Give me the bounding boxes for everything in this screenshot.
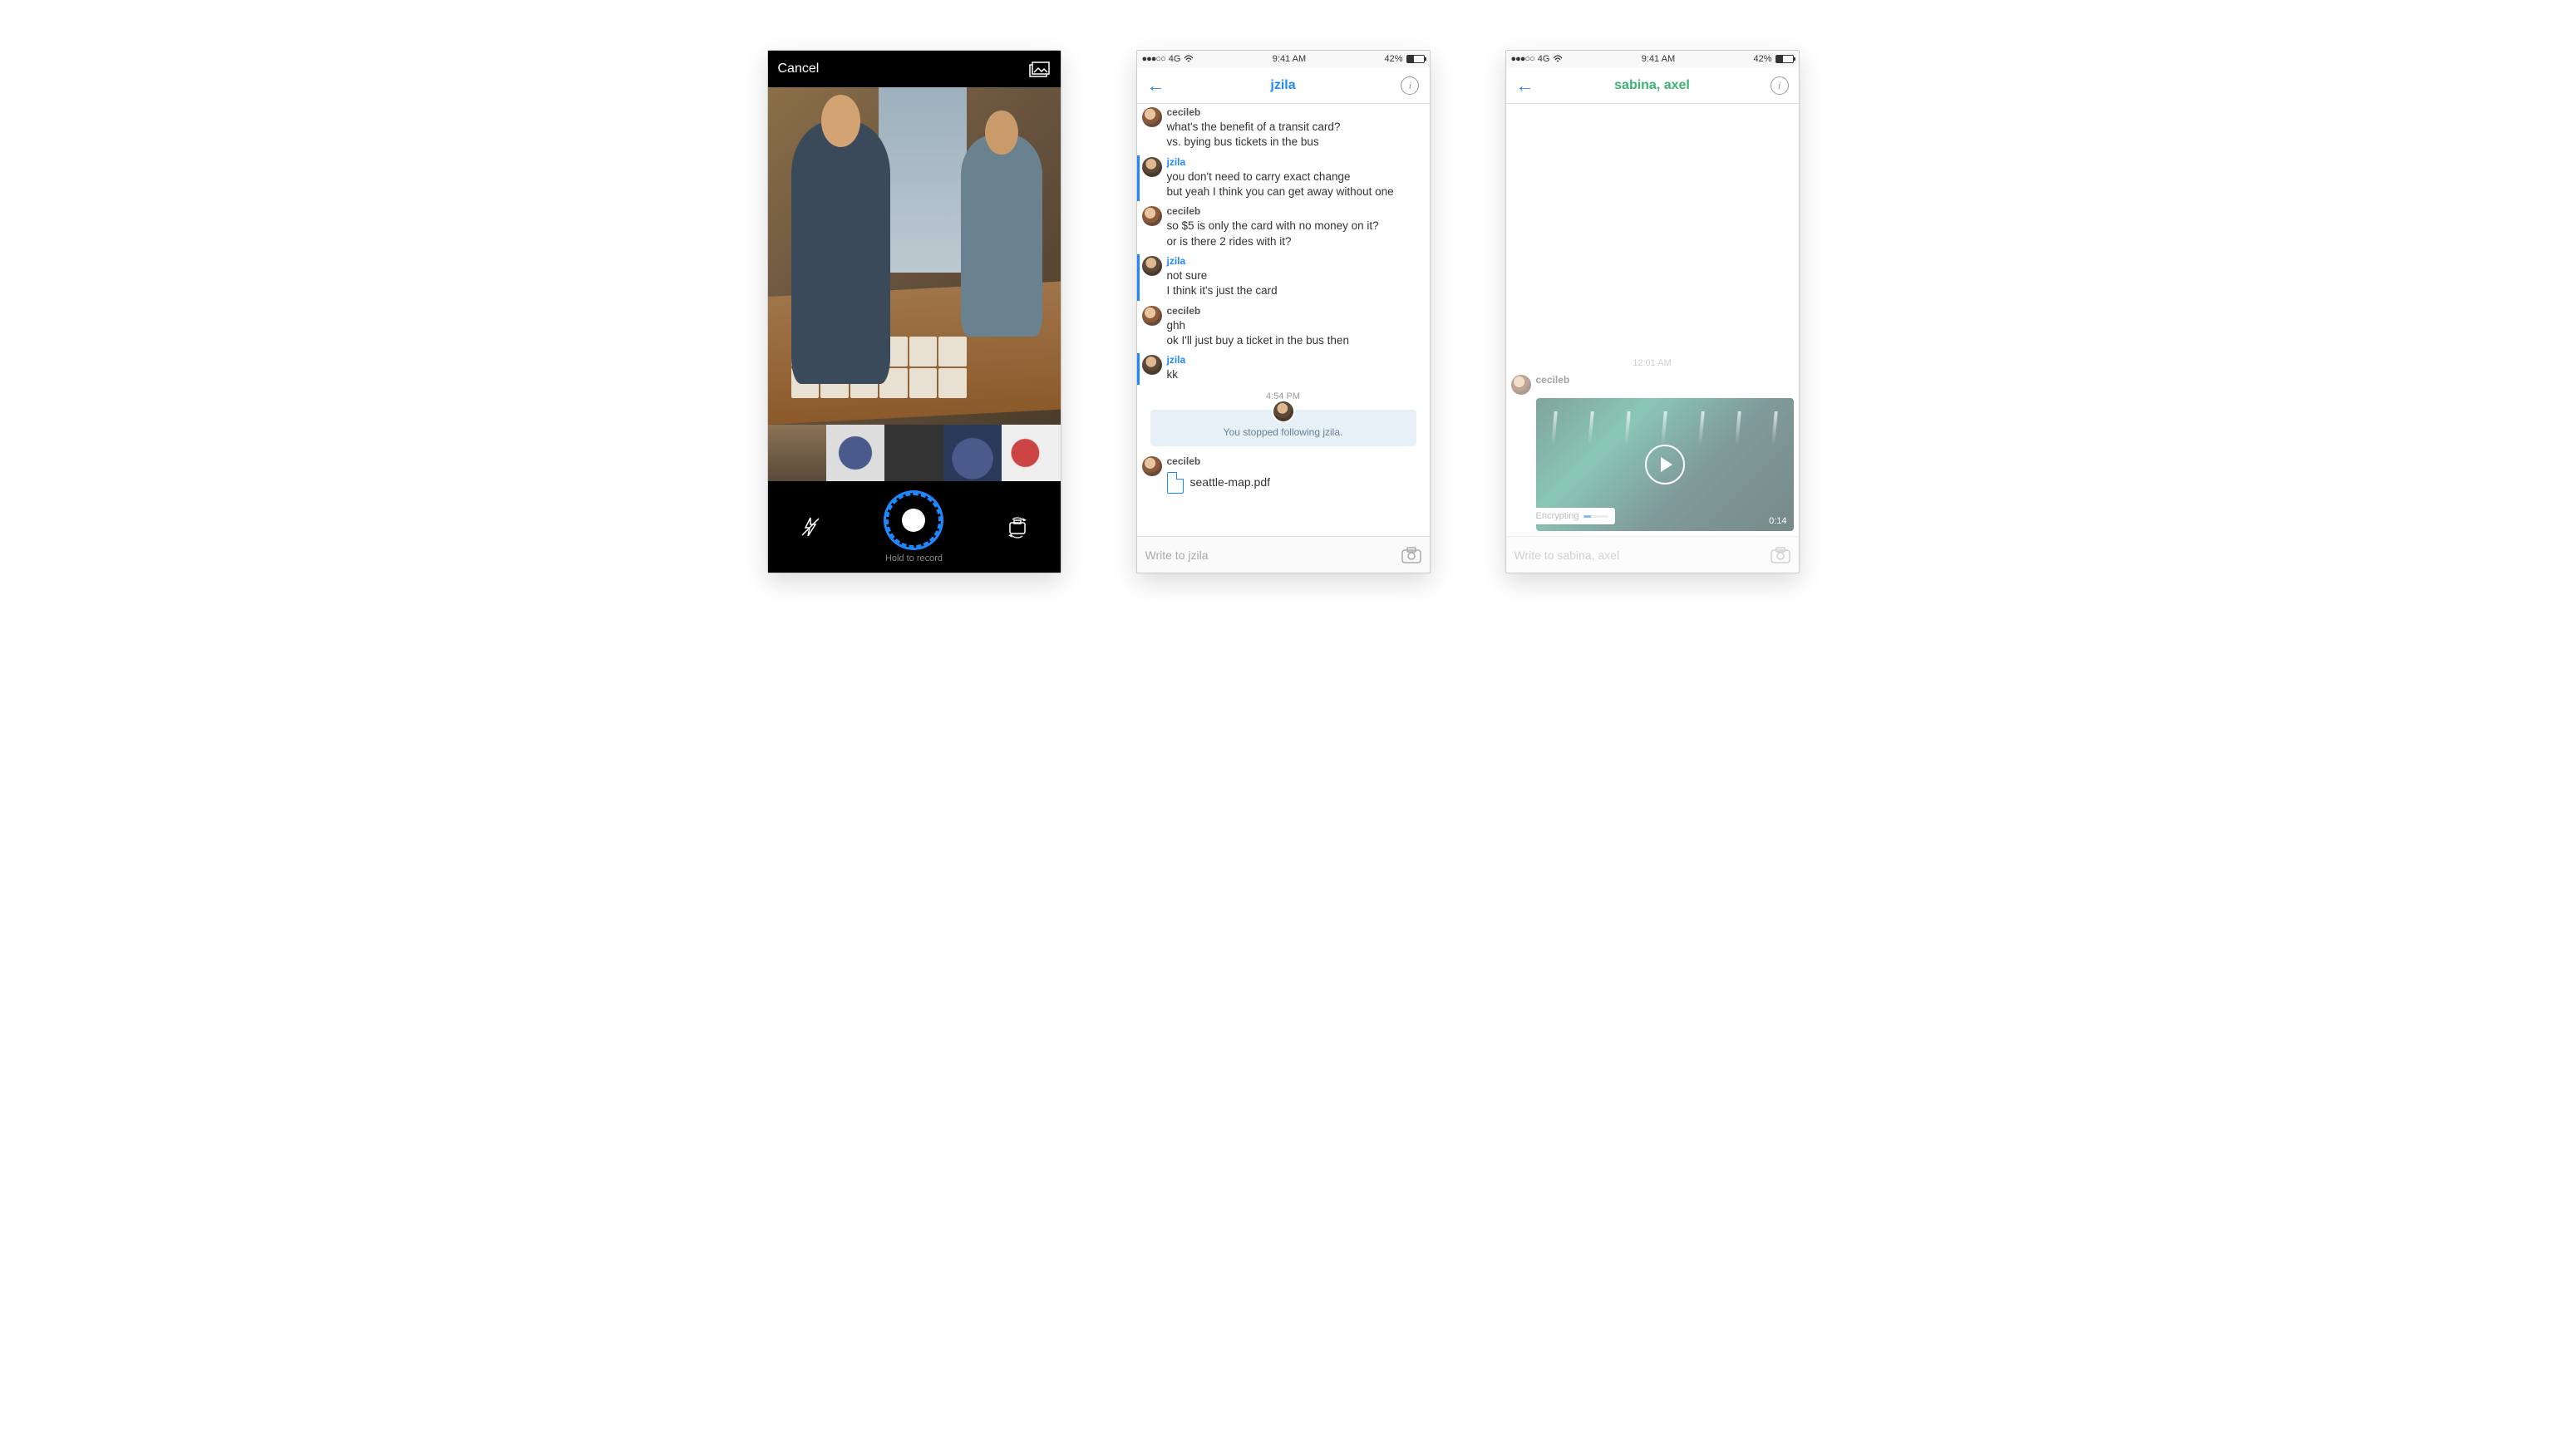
wifi-icon (1184, 55, 1194, 63)
message-username: jzila (1167, 254, 1423, 268)
shutter-button[interactable] (884, 490, 943, 550)
video-duration: 0:14 (1769, 516, 1786, 526)
thumbnail[interactable] (943, 425, 1002, 481)
hold-to-record-label: Hold to record (885, 553, 943, 563)
compose-input[interactable]: Write to sabina, axel (1514, 548, 1764, 562)
thumbnail[interactable] (1002, 425, 1060, 481)
message: cecileb seattle-map.pdf (1137, 453, 1430, 500)
flash-off-icon[interactable] (799, 515, 822, 539)
avatar[interactable] (1142, 206, 1162, 226)
thumbnail-strip[interactable] (768, 425, 1061, 481)
chat-title[interactable]: jzila (1270, 78, 1295, 93)
attachment-filename: seattle-map.pdf (1190, 475, 1271, 490)
nav-bar: ← jzila i (1137, 67, 1430, 104)
camera-attach-icon[interactable] (1401, 547, 1421, 563)
message: cecileb so $5 is only the card with no m… (1137, 203, 1430, 253)
battery-icon (1776, 55, 1794, 63)
message-text: ghh (1167, 318, 1423, 333)
camera-screen: Cancel Hold to record (767, 50, 1061, 573)
signal-dots: ●●●○○ (1511, 54, 1534, 64)
avatar[interactable] (1142, 256, 1162, 276)
message: jzila not sure I think it's just the car… (1137, 253, 1430, 303)
message-username: cecileb (1167, 204, 1423, 218)
nav-bar: ← sabina, axel i (1506, 67, 1799, 104)
message-username: cecileb (1536, 373, 1792, 386)
video-attachment[interactable]: 0:14 Encrypting (1536, 398, 1794, 531)
thumbnail[interactable] (768, 425, 826, 481)
chat-messages[interactable]: cecileb what's the benefit of a transit … (1137, 104, 1430, 536)
file-icon (1167, 472, 1184, 494)
camera-header: Cancel (768, 51, 1061, 87)
thumbnail[interactable] (884, 425, 943, 481)
message-text: I think it's just the card (1167, 283, 1423, 298)
camera-viewfinder[interactable] (768, 87, 1061, 425)
status-time: 9:41 AM (1273, 54, 1306, 64)
compose-bar: Write to sabina, axel (1506, 536, 1799, 573)
avatar[interactable] (1511, 375, 1531, 395)
compose-input[interactable]: Write to jzila (1145, 548, 1395, 562)
encrypting-label: Encrypting (1536, 511, 1579, 521)
info-button[interactable]: i (1401, 76, 1419, 95)
avatar[interactable] (1142, 306, 1162, 326)
avatar[interactable] (1142, 355, 1162, 375)
message-text: so $5 is only the card with no money on … (1167, 219, 1423, 234)
message-username: cecileb (1167, 304, 1423, 317)
cancel-button[interactable]: Cancel (778, 61, 820, 76)
message-username: cecileb (1167, 455, 1423, 468)
info-button[interactable]: i (1771, 76, 1789, 95)
message-text: kk (1167, 367, 1423, 382)
camera-attach-icon[interactable] (1771, 547, 1790, 563)
system-event-text: You stopped following jzila. (1159, 426, 1408, 438)
message: cecileb (1506, 371, 1799, 395)
chat-messages[interactable]: 12:01 AM cecileb 0:14 Encrypting (1506, 104, 1799, 536)
back-button[interactable]: ← (1147, 75, 1165, 96)
battery-percent: 42% (1384, 54, 1402, 64)
network-label: 4G (1538, 54, 1550, 64)
battery-icon (1406, 55, 1425, 63)
message: jzila you don't need to carry exact chan… (1137, 154, 1430, 204)
status-time: 9:41 AM (1642, 54, 1675, 64)
status-bar: ●●●○○ 4G 9:41 AM 42% (1506, 51, 1799, 67)
message-text: not sure (1167, 268, 1423, 283)
message: jzila kk (1137, 352, 1430, 386)
avatar[interactable] (1142, 157, 1162, 177)
thumbnail[interactable] (826, 425, 884, 481)
avatar[interactable] (1142, 456, 1162, 476)
compose-bar: Write to jzila (1137, 536, 1430, 573)
timestamp: 12:01 AM (1506, 355, 1799, 371)
camera-controls: Hold to record (768, 481, 1061, 573)
message-text: or is there 2 rides with it? (1167, 234, 1423, 249)
avatar (1272, 400, 1295, 423)
attachment-file[interactable]: seattle-map.pdf (1167, 469, 1423, 497)
message-text: you don't need to carry exact change (1167, 170, 1423, 184)
system-event: You stopped following jzila. (1150, 410, 1416, 446)
message: cecileb what's the benefit of a transit … (1137, 104, 1430, 154)
chat-title[interactable]: sabina, axel (1614, 78, 1690, 93)
message-text: vs. bying bus tickets in the bus (1167, 135, 1423, 150)
battery-percent: 42% (1753, 54, 1771, 64)
network-label: 4G (1169, 54, 1181, 64)
encrypting-badge: Encrypting (1536, 508, 1616, 524)
message-text: but yeah I think you can get away withou… (1167, 184, 1423, 199)
back-button[interactable]: ← (1516, 75, 1534, 96)
switch-camera-icon[interactable] (1006, 515, 1029, 539)
signal-dots: ●●●○○ (1142, 54, 1165, 64)
play-icon[interactable] (1645, 445, 1685, 485)
message-username: jzila (1167, 155, 1423, 169)
progress-bar (1583, 515, 1608, 518)
status-bar: ●●●○○ 4G 9:41 AM 42% (1137, 51, 1430, 67)
message-text: what's the benefit of a transit card? (1167, 120, 1423, 135)
message-text: ok I'll just buy a ticket in the bus the… (1167, 333, 1423, 348)
message: cecileb ghh ok I'll just buy a ticket in… (1137, 303, 1430, 352)
chat-screen-jzila: ●●●○○ 4G 9:41 AM 42% ← jzila i cecileb w… (1136, 50, 1431, 573)
chat-screen-group: ●●●○○ 4G 9:41 AM 42% ← sabina, axel i 12… (1505, 50, 1800, 573)
message-username: cecileb (1167, 106, 1423, 119)
message-username: jzila (1167, 353, 1423, 366)
avatar[interactable] (1142, 107, 1162, 127)
gallery-icon[interactable] (1029, 61, 1051, 77)
wifi-icon (1553, 55, 1563, 63)
